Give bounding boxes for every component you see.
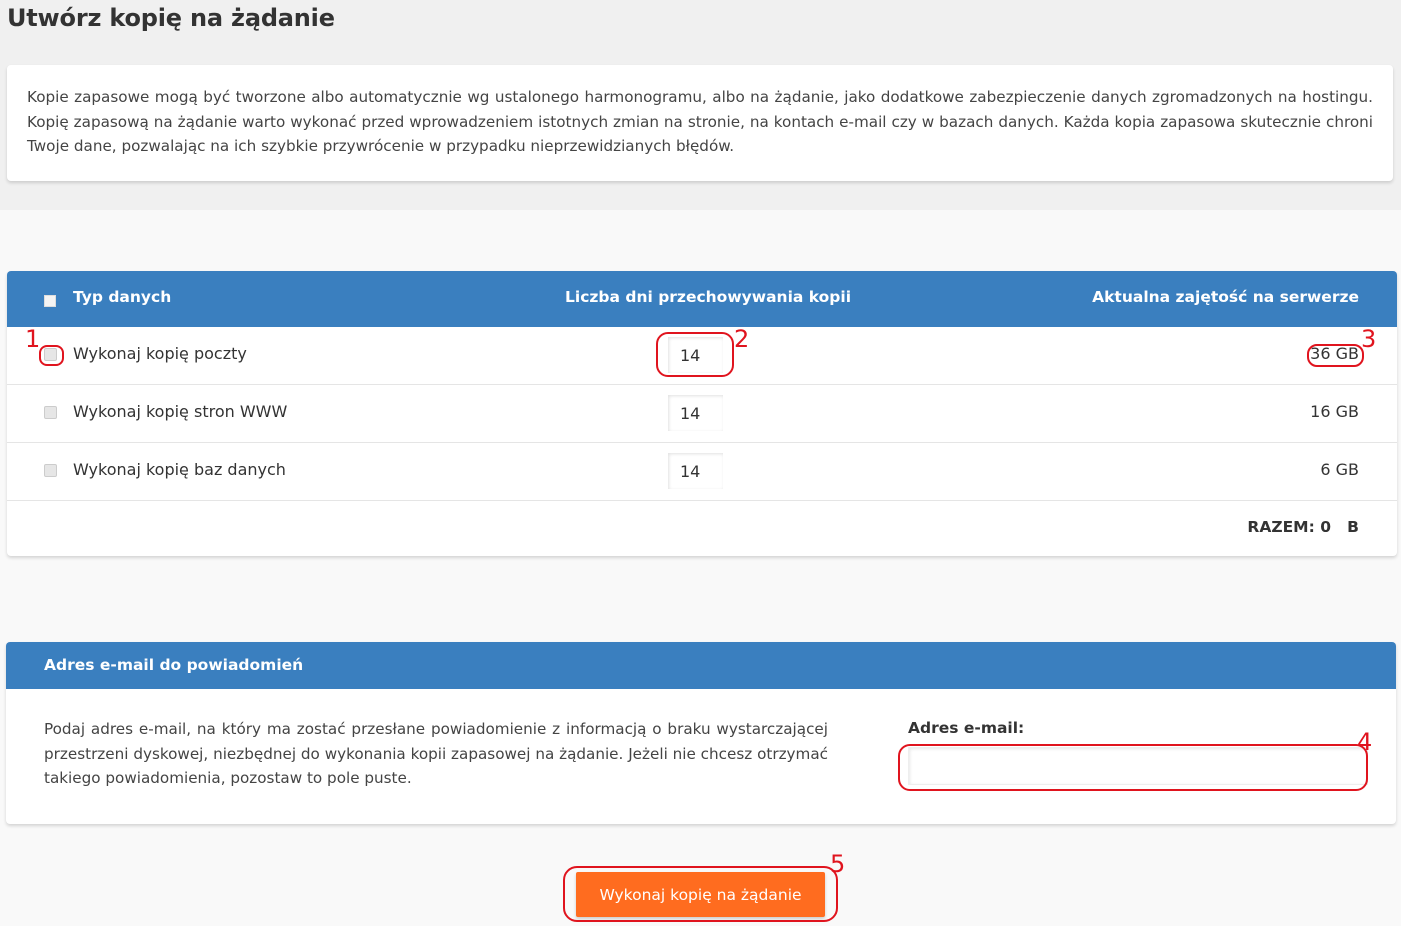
email-panel-title: Adres e-mail do powiadomień [44,656,304,674]
annotation-number-4: 4 [1357,728,1373,756]
total-row: RAZEM: 0 B [7,501,1397,556]
db-retention-days-input[interactable] [668,453,723,489]
header-data-type: Typ danych [73,288,172,306]
email-field-label: Adres e-mail: [908,719,1025,737]
header-server-usage: Aktualna zajętość na serwerze [1092,288,1359,306]
row-label: Wykonaj kopię poczty [73,344,247,363]
row-usage: 16 GB [1310,402,1359,421]
row-usage: 6 GB [1320,460,1359,479]
annotation-number-3: 3 [1361,325,1377,353]
email-notification-panel: Adres e-mail do powiadomień Podaj adres … [6,642,1396,824]
create-backup-button[interactable]: Wykonaj kopię na żądanie [576,872,825,917]
intro-card: Kopie zapasowe mogą być tworzone albo au… [7,65,1393,181]
table-row: Wykonaj kopię poczty 36 GB [7,327,1397,385]
row-usage: 36 GB [1310,344,1359,363]
email-panel-header: Adres e-mail do powiadomień [6,642,1396,689]
annotation-number-2: 2 [734,325,750,353]
www-retention-days-input[interactable] [668,395,723,431]
table-header: Typ danych Liczba dni przechowywania kop… [7,271,1397,327]
table-row: Wykonaj kopię stron WWW 16 GB [7,385,1397,443]
email-field[interactable] [908,747,1368,785]
total-label: RAZEM: 0 B [1247,518,1359,536]
page-title: Utwórz kopię na żądanie [7,4,335,32]
row-label: Wykonaj kopię stron WWW [73,402,288,421]
mail-retention-days-input[interactable] [668,337,723,373]
mail-backup-checkbox[interactable] [44,348,57,361]
header-retention-days: Liczba dni przechowywania kopii [565,288,852,306]
backup-types-table: Typ danych Liczba dni przechowywania kop… [7,271,1397,556]
annotation-number-1: 1 [25,325,41,353]
www-backup-checkbox[interactable] [44,406,57,419]
db-backup-checkbox[interactable] [44,464,57,477]
select-all-checkbox[interactable] [44,295,56,307]
table-row: Wykonaj kopię baz danych 6 GB [7,443,1397,501]
annotation-number-5: 5 [830,850,846,878]
row-label: Wykonaj kopię baz danych [73,460,286,479]
email-description: Podaj adres e-mail, na który ma zostać p… [44,720,828,787]
intro-text: Kopie zapasowe mogą być tworzone albo au… [27,88,1373,155]
